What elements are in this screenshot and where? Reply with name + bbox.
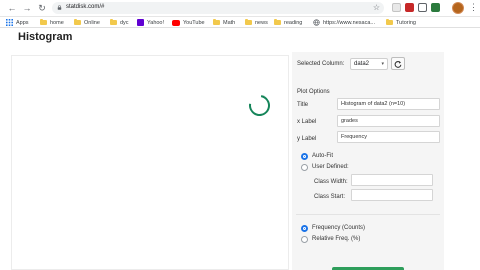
xlabel-label: x Label: [297, 119, 317, 125]
extension-red-icon[interactable]: [405, 3, 414, 12]
folder-icon: [110, 19, 117, 25]
bookmark-label: Yahoo!: [147, 19, 165, 26]
bookmark-home[interactable]: home: [40, 18, 64, 27]
title-input[interactable]: Histogram of data2 (n=10): [337, 98, 440, 110]
refresh-button[interactable]: [391, 57, 405, 70]
user-defined-label: User Defined:: [312, 164, 349, 170]
bookmark-nesaca[interactable]: https://www.nesaca...: [313, 18, 375, 27]
page-title: Histogram: [18, 31, 73, 43]
auto-fit-radio[interactable]: [301, 153, 308, 160]
bookmark-apps[interactable]: Apps: [6, 18, 29, 27]
bookmark-label: reading: [284, 19, 303, 26]
extension-box-icon[interactable]: [418, 3, 427, 12]
bookmark-label: home: [50, 19, 64, 26]
bookmark-label: https://www.nesaca...: [323, 19, 375, 26]
bookmark-youtube[interactable]: YouTube: [172, 18, 205, 27]
class-width-input[interactable]: [351, 174, 433, 186]
bookmark-label: news: [255, 19, 268, 26]
browser-toolbar: ← → ↻ statdisk.com/# ☆ ⋮: [0, 0, 480, 17]
folder-icon: [213, 19, 220, 25]
relative-freq-label: Relative Freq. (%): [312, 236, 361, 242]
selected-column-label: Selected Column:: [297, 61, 345, 67]
apps-grid-icon: [6, 19, 13, 26]
lock-icon: [57, 5, 62, 10]
chevron-down-icon: ▾: [381, 61, 384, 67]
forward-icon[interactable]: →: [21, 2, 33, 14]
bookmark-label: Math: [223, 19, 236, 26]
histogram-plot-area: [11, 55, 289, 270]
column-select[interactable]: data2 ▾: [350, 58, 388, 70]
bookmark-label: YouTube: [183, 19, 205, 26]
frequency-counts-label: Frequency (Counts): [312, 225, 366, 231]
folder-icon: [386, 19, 393, 25]
profile-avatar[interactable]: [452, 2, 464, 14]
bookmark-star-icon[interactable]: ☆: [373, 3, 380, 12]
bookmark-label: Tutoring: [396, 19, 416, 26]
class-width-label: Class Width:: [314, 179, 348, 185]
bookmark-math[interactable]: Math: [213, 18, 235, 27]
bookmark-label: Apps: [16, 19, 29, 26]
plot-options-heading: Plot Options: [297, 89, 330, 95]
divider: [296, 214, 440, 215]
xlabel-input[interactable]: grades: [337, 115, 440, 127]
bookmark-label: dyc: [120, 19, 129, 26]
globe-icon: [313, 19, 320, 26]
address-bar[interactable]: statdisk.com/# ☆: [52, 2, 384, 14]
url-text: statdisk.com/#: [66, 4, 105, 10]
reload-icon[interactable]: ↻: [36, 2, 48, 14]
extension-green-icon[interactable]: [431, 3, 440, 12]
folder-icon: [40, 19, 47, 25]
user-defined-radio[interactable]: [301, 164, 308, 171]
extension-pdf-icon[interactable]: [392, 3, 401, 12]
bookmark-tutoring[interactable]: Tutoring: [386, 18, 416, 27]
frequency-counts-radio[interactable]: [301, 225, 308, 232]
class-start-input[interactable]: [351, 189, 433, 201]
bookmark-reading[interactable]: reading: [274, 18, 302, 27]
folder-icon: [74, 19, 81, 25]
class-start-label: Class Start:: [314, 194, 346, 200]
refresh-icon: [394, 60, 402, 68]
auto-fit-label: Auto-Fit: [312, 153, 334, 159]
relative-freq-radio[interactable]: [301, 236, 308, 243]
title-label: Title: [297, 102, 309, 108]
bookmark-online[interactable]: Online: [74, 18, 100, 27]
folder-icon: [274, 19, 281, 25]
yahoo-icon: [137, 19, 144, 26]
youtube-icon: [172, 19, 180, 26]
folder-icon: [245, 19, 252, 25]
bookmarks-bar: Apps home Online dyc Yahoo! YouTube Math…: [0, 17, 480, 28]
more-menu-icon[interactable]: ⋮: [469, 2, 478, 13]
ylabel-label: y Label: [297, 136, 317, 142]
bookmark-news[interactable]: news: [245, 18, 268, 27]
bookmark-label: Online: [84, 19, 100, 26]
bookmark-dyc[interactable]: dyc: [110, 18, 129, 27]
back-icon[interactable]: ←: [6, 2, 18, 14]
ylabel-input[interactable]: Frequency: [337, 131, 440, 143]
bookmark-yahoo[interactable]: Yahoo!: [137, 18, 164, 27]
column-select-value: data2: [354, 61, 370, 67]
